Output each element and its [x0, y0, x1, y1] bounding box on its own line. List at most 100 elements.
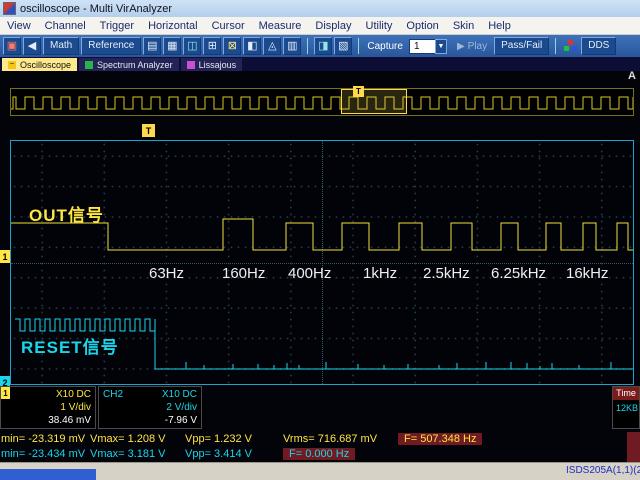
- device-status: ISDS205A(1,1)(2: [566, 465, 640, 476]
- display-tool-button[interactable]: ◫: [183, 37, 201, 55]
- ch2-frequency: F= 0.000 Hz: [283, 448, 355, 460]
- ch1-vpp: Vpp= 1.232 V: [185, 433, 252, 445]
- tab-spectrum-analyzer[interactable]: Spectrum Analyzer: [79, 58, 179, 71]
- ch1-measurements: min= -23.319 mV Vmax= 1.208 V Vpp= 1.232…: [0, 432, 640, 447]
- tab-label: Lissajous: [199, 60, 237, 70]
- status-progress-block: [0, 469, 96, 480]
- rgb-color-icon: [564, 40, 577, 52]
- waveform-icon: ~: [8, 61, 16, 69]
- toolbar-separator: [358, 38, 359, 54]
- half-icon: ◧: [247, 41, 257, 52]
- half-display-button[interactable]: ◧: [243, 37, 261, 55]
- select-tool-button[interactable]: ⊠: [223, 37, 241, 55]
- display-icon: ◫: [187, 41, 197, 52]
- spectrum-icon: [85, 61, 93, 69]
- memory-depth: 12KB: [613, 400, 639, 413]
- title-bar: oscilloscope - Multi VirAnalyzer: [0, 0, 640, 17]
- math-button[interactable]: Math: [43, 37, 79, 55]
- tab-bar: ~ Oscilloscope Spectrum Analyzer Lissajo…: [0, 57, 640, 71]
- tab-lissajous[interactable]: Lissajous: [181, 58, 243, 71]
- ch1-offset: 38.46 mV: [48, 414, 91, 427]
- cursor-icon: ▤: [147, 41, 157, 52]
- capture-count-select[interactable]: 1 ▼: [409, 39, 436, 54]
- menu-item-view[interactable]: View: [0, 20, 38, 32]
- ch1-vmax: Vmax= 1.208 V: [90, 433, 166, 445]
- timebase-box[interactable]: Time 12KB: [612, 386, 640, 429]
- reference-button[interactable]: Reference: [81, 37, 141, 55]
- menu-bar: View Channel Trigger Horizontal Cursor M…: [0, 17, 640, 35]
- overview-waveform: [11, 89, 633, 115]
- select-icon: ⊠: [228, 41, 237, 52]
- ch1-probe: X10 DC: [48, 388, 91, 401]
- overview-trigger-flag[interactable]: T: [353, 86, 364, 97]
- ch1-trace: [11, 219, 633, 250]
- menu-item-help[interactable]: Help: [481, 20, 518, 32]
- ch1-vmin: min= -23.319 mV: [1, 433, 85, 445]
- zoom-icon: ⊞: [208, 41, 217, 52]
- menu-item-cursor[interactable]: Cursor: [205, 20, 252, 32]
- window-title: oscilloscope - Multi VirAnalyzer: [20, 3, 172, 15]
- app-icon: [3, 2, 16, 15]
- ch1-position-flag[interactable]: 1: [0, 250, 10, 263]
- hatch-button[interactable]: ▧: [334, 37, 352, 55]
- waveform-overview-strip[interactable]: T: [10, 88, 634, 116]
- freq-label-6.25khz: 6.25kHz: [491, 265, 546, 282]
- ch2-vpp: Vpp= 3.414 V: [185, 448, 252, 460]
- grid-tool-button[interactable]: ▦: [163, 37, 181, 55]
- freq-label-1khz: 1kHz: [363, 265, 397, 282]
- zoom-tool-button[interactable]: ⊞: [203, 37, 221, 55]
- reset-signal-label: RESET信号: [21, 333, 119, 358]
- passfail-button[interactable]: Pass/Fail: [494, 37, 549, 55]
- ch2-offset: -7.96 V: [162, 414, 197, 427]
- ch2-vmax: Vmax= 3.181 V: [90, 448, 166, 460]
- hatch-icon: ▧: [338, 41, 348, 52]
- frequency-column-chip: [627, 432, 640, 462]
- out-signal-label: OUT信号: [29, 201, 104, 226]
- menu-item-measure[interactable]: Measure: [252, 20, 309, 32]
- status-bar: [0, 462, 640, 480]
- back-arrow-icon: ◀: [28, 41, 36, 52]
- menu-item-trigger[interactable]: Trigger: [93, 20, 141, 32]
- dds-button[interactable]: DDS: [581, 37, 616, 55]
- ch2-scale: 2 V/div: [162, 401, 197, 414]
- play-icon: ▶: [457, 41, 465, 52]
- device-icon: ▣: [7, 41, 17, 52]
- freq-label-16khz: 16kHz: [566, 265, 609, 282]
- waveform-display: OUT信号 RESET信号 63Hz 160Hz 400Hz 1kHz 2.5k…: [10, 140, 634, 385]
- cursor-tool-button[interactable]: ▤: [143, 37, 161, 55]
- trigger-position-flag[interactable]: T: [142, 124, 155, 137]
- back-button[interactable]: ◀: [23, 37, 41, 55]
- menu-item-utility[interactable]: Utility: [359, 20, 400, 32]
- persist-button[interactable]: ◬: [263, 37, 281, 55]
- freq-label-63hz: 63Hz: [149, 265, 184, 282]
- grid-icon: ▦: [167, 41, 177, 52]
- menu-item-display[interactable]: Display: [308, 20, 358, 32]
- freq-label-400hz: 400Hz: [288, 265, 331, 282]
- connect-button[interactable]: ▣: [3, 37, 21, 55]
- view-window-handle[interactable]: [341, 89, 407, 114]
- ch2-measurements: min= -23.434 mV Vmax= 3.181 V Vpp= 3.414…: [0, 447, 640, 462]
- ch1-marker: 1: [1, 387, 10, 399]
- toolbar-separator: [555, 38, 556, 54]
- play-label: Play: [468, 41, 487, 52]
- lines-icon: ▥: [287, 41, 297, 52]
- ch2-name: CH2: [103, 388, 123, 401]
- menu-item-channel[interactable]: Channel: [38, 20, 93, 32]
- ch1-scale: 1 V/div: [48, 401, 91, 414]
- ch1-frequency: F= 507.348 Hz: [398, 433, 482, 445]
- ch2-probe: X10 DC: [162, 388, 197, 401]
- timebase-label: Time: [613, 387, 639, 400]
- menu-item-skin[interactable]: Skin: [446, 20, 481, 32]
- ch2-info-box[interactable]: CH2 X10 DC 2 V/div -7.96 V: [98, 386, 202, 429]
- menu-item-horizontal[interactable]: Horizontal: [141, 20, 205, 32]
- invert-button[interactable]: ◨: [314, 37, 332, 55]
- menu-item-option[interactable]: Option: [399, 20, 445, 32]
- lissajous-icon: [187, 61, 195, 69]
- tab-oscilloscope[interactable]: ~ Oscilloscope: [2, 58, 77, 71]
- chevron-down-icon[interactable]: ▼: [435, 39, 447, 54]
- tab-label: Oscilloscope: [20, 60, 71, 70]
- lines-button[interactable]: ▥: [283, 37, 301, 55]
- capture-label: Capture: [367, 41, 403, 52]
- play-button[interactable]: ▶ Play: [457, 41, 487, 52]
- ch1-info-box[interactable]: 1 X10 DC 1 V/div 38.46 mV: [0, 386, 96, 429]
